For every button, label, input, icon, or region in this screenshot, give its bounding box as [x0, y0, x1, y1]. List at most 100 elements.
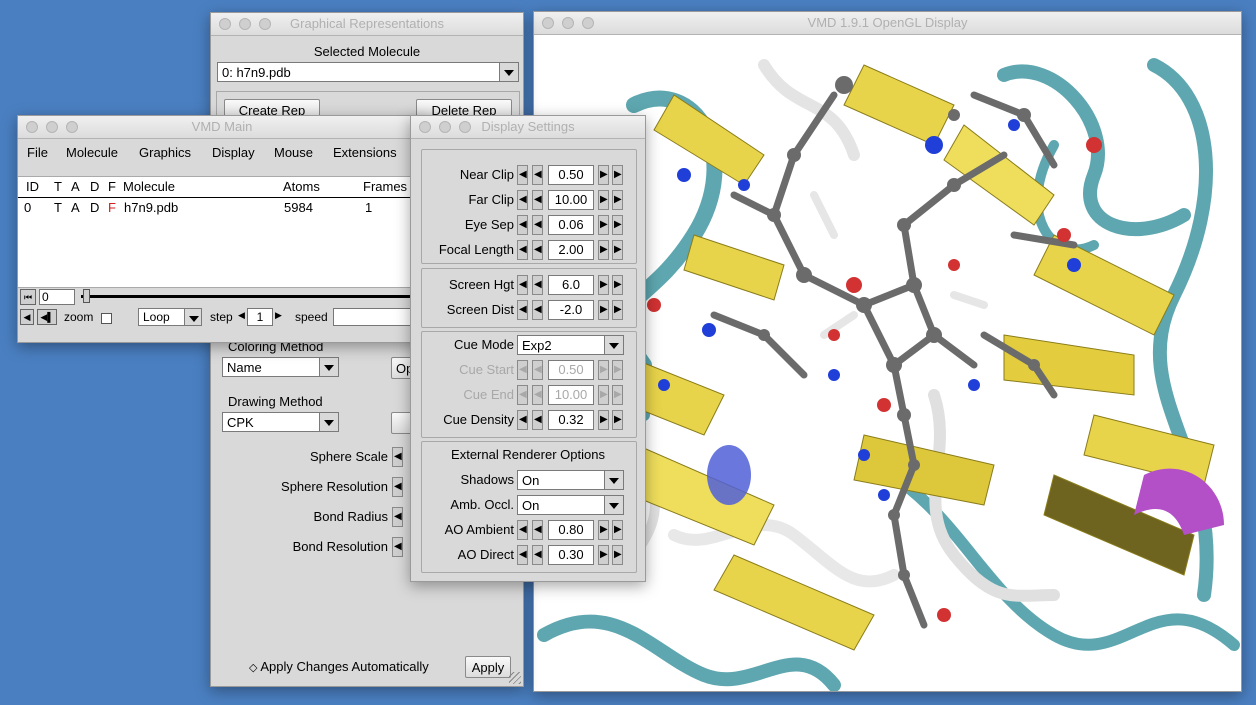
col-f[interactable]: F — [108, 179, 116, 194]
cue-mode-dropdown[interactable]: Exp2 — [517, 335, 624, 355]
resize-grip-icon[interactable] — [509, 672, 521, 684]
ao-direct-field[interactable]: 0.30 — [548, 545, 594, 565]
menu-mouse[interactable]: Mouse — [274, 145, 313, 160]
drawing-method-dropdown[interactable]: CPK — [222, 412, 339, 432]
col-a[interactable]: A — [71, 179, 80, 194]
frame-input[interactable]: 0 — [39, 289, 75, 305]
focal-length-increase[interactable]: ▶ — [598, 240, 609, 260]
sphere-scale-decrease[interactable]: ◀ — [392, 447, 403, 467]
step-increase[interactable]: ▶ — [275, 310, 282, 321]
menu-extensions[interactable]: Extensions — [333, 145, 397, 160]
row-drawn[interactable]: D — [90, 200, 99, 215]
apply-auto-checkbox[interactable]: ◇ Apply Changes Automatically — [249, 659, 429, 674]
col-id[interactable]: ID — [26, 179, 39, 194]
cue-start-increase[interactable]: ▶ — [598, 360, 609, 380]
bond-resolution-decrease[interactable]: ◀ — [392, 537, 403, 557]
cue-density-fast-decrease[interactable]: ◀ — [517, 410, 528, 430]
col-frames[interactable]: Frames — [363, 179, 407, 194]
sphere-resolution-decrease[interactable]: ◀ — [392, 477, 403, 497]
minimize-window-icon[interactable] — [239, 18, 251, 30]
cue-density-fast-increase[interactable]: ▶ — [612, 410, 623, 430]
zoom-checkbox[interactable] — [101, 313, 112, 324]
near-clip-increase[interactable]: ▶ — [598, 165, 609, 185]
cue-start-fast-decrease[interactable]: ◀ — [517, 360, 528, 380]
menu-display[interactable]: Display — [212, 145, 255, 160]
step-input[interactable]: 1 — [247, 308, 273, 326]
eye-sep-fast-decrease[interactable]: ◀ — [517, 215, 528, 235]
cue-density-decrease[interactable]: ◀ — [532, 410, 543, 430]
zoom-window-icon[interactable] — [259, 18, 271, 30]
ao-direct-increase[interactable]: ▶ — [598, 545, 609, 565]
cue-end-fast-increase[interactable]: ▶ — [612, 385, 623, 405]
amb-occl-dropdown[interactable]: On — [517, 495, 624, 515]
screen-dist-field[interactable]: -2.0 — [548, 300, 594, 320]
frame-slider-handle[interactable] — [83, 289, 90, 303]
cue-density-increase[interactable]: ▶ — [598, 410, 609, 430]
col-atoms[interactable]: Atoms — [283, 179, 320, 194]
screen-dist-decrease[interactable]: ◀ — [532, 300, 543, 320]
opengl-titlebar[interactable]: VMD 1.9.1 OpenGL Display — [534, 12, 1241, 35]
selected-molecule-dropdown[interactable]: 0: h7n9.pdb — [217, 62, 519, 82]
focal-length-fast-decrease[interactable]: ◀ — [517, 240, 528, 260]
far-clip-increase[interactable]: ▶ — [598, 190, 609, 210]
close-window-icon[interactable] — [26, 121, 38, 133]
zoom-window-icon[interactable] — [459, 121, 471, 133]
cue-end-increase[interactable]: ▶ — [598, 385, 609, 405]
bond-radius-decrease[interactable]: ◀ — [392, 507, 403, 527]
minimize-window-icon[interactable] — [46, 121, 58, 133]
ao-direct-fast-decrease[interactable]: ◀ — [517, 545, 528, 565]
eye-sep-decrease[interactable]: ◀ — [532, 215, 543, 235]
focal-length-field[interactable]: 2.00 — [548, 240, 594, 260]
cue-end-fast-decrease[interactable]: ◀ — [517, 385, 528, 405]
ao-ambient-increase[interactable]: ▶ — [598, 520, 609, 540]
minimize-window-icon[interactable] — [439, 121, 451, 133]
close-window-icon[interactable] — [419, 121, 431, 133]
eye-sep-fast-increase[interactable]: ▶ — [612, 215, 623, 235]
apply-button[interactable]: Apply — [465, 656, 511, 678]
step-back-button[interactable]: ◀ — [20, 309, 34, 325]
loop-mode-dropdown[interactable]: Loop — [138, 308, 202, 326]
cue-start-decrease[interactable]: ◀ — [532, 360, 543, 380]
coloring-method-dropdown[interactable]: Name — [222, 357, 339, 377]
graph-reps-titlebar[interactable]: Graphical Representations — [211, 13, 523, 36]
display-settings-titlebar[interactable]: Display Settings — [411, 116, 645, 139]
screen-hgt-increase[interactable]: ▶ — [598, 275, 609, 295]
col-molecule[interactable]: Molecule — [123, 179, 175, 194]
menu-molecule[interactable]: Molecule — [66, 145, 118, 160]
ao-ambient-fast-decrease[interactable]: ◀ — [517, 520, 528, 540]
row-active[interactable]: A — [71, 200, 80, 215]
screen-hgt-field[interactable]: 6.0 — [548, 275, 594, 295]
row-top[interactable]: T — [54, 200, 62, 215]
ao-ambient-fast-increase[interactable]: ▶ — [612, 520, 623, 540]
vmd-main-titlebar[interactable]: VMD Main — [18, 116, 426, 139]
ao-ambient-field[interactable]: 0.80 — [548, 520, 594, 540]
zoom-window-icon[interactable] — [582, 17, 594, 29]
ao-direct-decrease[interactable]: ◀ — [532, 545, 543, 565]
ao-direct-fast-increase[interactable]: ▶ — [612, 545, 623, 565]
cue-density-field[interactable]: 0.32 — [548, 410, 594, 430]
cue-end-decrease[interactable]: ◀ — [532, 385, 543, 405]
zoom-window-icon[interactable] — [66, 121, 78, 133]
screen-hgt-fast-increase[interactable]: ▶ — [612, 275, 623, 295]
eye-sep-increase[interactable]: ▶ — [598, 215, 609, 235]
eye-sep-field[interactable]: 0.06 — [548, 215, 594, 235]
far-clip-decrease[interactable]: ◀ — [532, 190, 543, 210]
minimize-window-icon[interactable] — [562, 17, 574, 29]
row-fixed[interactable]: F — [108, 200, 116, 215]
screen-dist-fast-decrease[interactable]: ◀ — [517, 300, 528, 320]
cue-start-fast-increase[interactable]: ▶ — [612, 360, 623, 380]
cue-start-field[interactable]: 0.50 — [548, 360, 594, 380]
near-clip-field[interactable]: 0.50 — [548, 165, 594, 185]
menu-file[interactable]: File — [27, 145, 48, 160]
col-t[interactable]: T — [54, 179, 62, 194]
near-clip-fast-increase[interactable]: ▶ — [612, 165, 623, 185]
menu-graphics[interactable]: Graphics — [139, 145, 191, 160]
far-clip-fast-decrease[interactable]: ◀ — [517, 190, 528, 210]
near-clip-decrease[interactable]: ◀ — [532, 165, 543, 185]
shadows-dropdown[interactable]: On — [517, 470, 624, 490]
close-window-icon[interactable] — [219, 18, 231, 30]
frame-slider-track[interactable] — [81, 295, 426, 298]
near-clip-fast-decrease[interactable]: ◀ — [517, 165, 528, 185]
cue-end-field[interactable]: 10.00 — [548, 385, 594, 405]
screen-dist-increase[interactable]: ▶ — [598, 300, 609, 320]
